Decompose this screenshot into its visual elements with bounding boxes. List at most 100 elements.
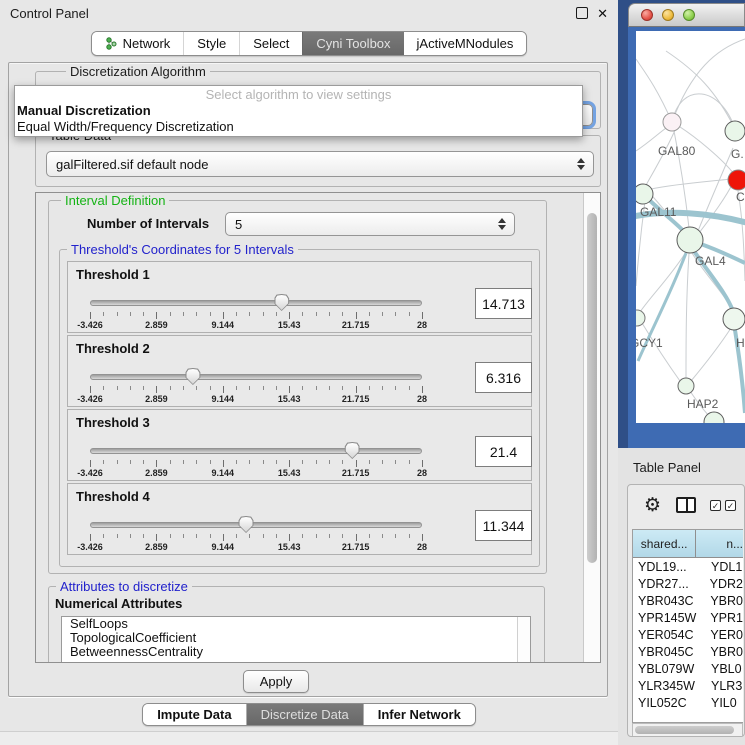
tick-mark <box>130 460 131 464</box>
close-traffic-light-icon[interactable] <box>641 9 653 21</box>
network-node[interactable] <box>728 170 745 190</box>
slider-track[interactable] <box>90 522 422 528</box>
table-cell[interactable]: YBR045C <box>633 643 706 660</box>
table-cell[interactable]: YER054C <box>633 626 706 643</box>
threshold-slider[interactable] <box>90 369 422 385</box>
tab-network[interactable]: Network <box>92 32 184 55</box>
vertical-scrollbar[interactable] <box>583 193 600 662</box>
network-edge[interactable] <box>699 181 734 233</box>
list-scrollbar[interactable] <box>517 617 530 663</box>
slider-thumb[interactable] <box>274 294 289 311</box>
threshold-value-field[interactable]: 14.713 <box>475 288 532 319</box>
network-view-window[interactable]: GAL80G.CGAL11GAL4GCY1HHAP2 <box>628 3 745 448</box>
slider-track[interactable] <box>90 300 422 306</box>
minimize-traffic-light-icon[interactable] <box>662 9 674 21</box>
network-edge[interactable] <box>686 253 689 378</box>
threshold-value-field[interactable]: 11.344 <box>475 510 532 541</box>
list-item[interactable]: TopologicalCoefficient <box>62 631 530 645</box>
table-cell[interactable]: YBR043C <box>633 592 706 609</box>
checkbox-icon[interactable]: ✓ <box>710 500 721 511</box>
apply-button[interactable]: Apply <box>243 670 309 693</box>
table-cell[interactable]: YLR3 <box>707 677 743 694</box>
scrollbar-thumb[interactable] <box>635 726 734 734</box>
group-title: Interval Definition <box>61 193 169 208</box>
table-row[interactable]: YBL079WYBL0 <box>633 660 743 677</box>
tab-impute-data[interactable]: Impute Data <box>143 704 245 725</box>
table-row[interactable]: YER054CYER0 <box>633 626 743 643</box>
network-edge[interactable] <box>691 328 731 381</box>
tick-label: 15.43 <box>278 468 301 478</box>
table-row[interactable]: YLR345WYLR3 <box>633 677 743 694</box>
slider-thumb[interactable] <box>345 442 360 459</box>
tab-jactivemnodules[interactable]: jActiveMNodules <box>404 32 527 55</box>
table-data-combobox[interactable]: galFiltered.sif default node <box>46 151 594 177</box>
network-node[interactable] <box>725 121 745 141</box>
gear-icon[interactable]: ⚙ <box>644 496 661 515</box>
network-canvas[interactable]: GAL80G.CGAL11GAL4GCY1HHAP2 <box>636 31 745 423</box>
table-row[interactable]: YDL19...YDL1 <box>633 558 743 575</box>
tab-select[interactable]: Select <box>239 32 302 55</box>
network-edge[interactable] <box>636 59 672 122</box>
close-icon[interactable]: ✕ <box>597 7 608 20</box>
table-cell[interactable]: YDL19... <box>633 558 707 575</box>
network-node[interactable] <box>678 378 694 394</box>
network-edge[interactable] <box>642 323 680 381</box>
checkbox-icon[interactable]: ✓ <box>725 500 736 511</box>
column-header-name[interactable]: n... <box>696 530 743 557</box>
table-cell[interactable]: YIL0 <box>707 694 743 711</box>
table-row[interactable]: YIL052CYIL0 <box>633 694 743 711</box>
tab-discretize-data[interactable]: Discretize Data <box>246 704 363 725</box>
list-item[interactable]: BetweennessCentrality <box>62 645 530 659</box>
tab-style[interactable]: Style <box>183 32 239 55</box>
tab-cyni-toolbox[interactable]: Cyni Toolbox <box>302 32 403 55</box>
table-cell[interactable]: YBL079W <box>633 660 707 677</box>
table-cell[interactable]: YDL1 <box>707 558 743 575</box>
slider-track[interactable] <box>90 374 422 380</box>
attributes-to-discretize-group: Attributes to discretize Numerical Attri… <box>48 586 545 663</box>
slider-thumb[interactable] <box>239 516 254 533</box>
table-row[interactable]: YPR145WYPR1 <box>633 609 743 626</box>
table-cell[interactable]: YIL052C <box>633 694 707 711</box>
dropdown-item-manual[interactable]: Manual Discretization <box>15 103 582 119</box>
table-cell[interactable]: YDR2 <box>706 575 743 592</box>
slider-track[interactable] <box>90 448 422 454</box>
table-cell[interactable]: YPR1 <box>706 609 743 626</box>
table-row[interactable]: YBR045CYBR0 <box>633 643 743 660</box>
list-item[interactable]: SelfLoops <box>62 617 530 631</box>
table-cell[interactable]: YDR27... <box>633 575 706 592</box>
network-node[interactable] <box>723 308 745 330</box>
network-window-titlebar[interactable] <box>628 3 745 27</box>
column-header-shared-name[interactable]: shared... <box>633 530 696 557</box>
threshold-slider[interactable] <box>90 517 422 533</box>
numerical-attributes-list[interactable]: SelfLoopsTopologicalCoefficientBetweenne… <box>61 616 531 663</box>
table-row[interactable]: YBR043CYBR0 <box>633 592 743 609</box>
dropdown-item-equal-width[interactable]: Equal Width/Frequency Discretization <box>15 119 582 135</box>
number-of-intervals-combobox[interactable]: 5 <box>225 212 515 236</box>
network-node[interactable] <box>677 227 703 253</box>
horizontal-scrollbar[interactable] <box>632 723 743 736</box>
table-cell[interactable]: YBL0 <box>707 660 743 677</box>
table-cell[interactable]: YLR345W <box>633 677 707 694</box>
scrollbar-thumb[interactable] <box>518 617 526 659</box>
table-cell[interactable]: YPR145W <box>633 609 706 626</box>
network-edge[interactable] <box>672 39 745 122</box>
slider-thumb[interactable] <box>185 368 200 385</box>
scrollbar-thumb[interactable] <box>587 213 597 563</box>
tab-infer-network[interactable]: Infer Network <box>363 704 475 725</box>
table-cell[interactable]: YBR0 <box>706 643 743 660</box>
threshold-value-field[interactable]: 21.4 <box>475 436 532 467</box>
split-columns-icon[interactable] <box>676 497 696 513</box>
network-node[interactable] <box>636 184 653 204</box>
network-node[interactable] <box>663 113 681 131</box>
threshold-slider[interactable] <box>90 443 422 459</box>
zoom-traffic-light-icon[interactable] <box>683 9 695 21</box>
table-cell[interactable]: YER0 <box>706 626 743 643</box>
table-row[interactable]: YDR27...YDR2 <box>633 575 743 592</box>
network-edge[interactable] <box>738 191 745 281</box>
table-cell[interactable]: YBR0 <box>706 592 743 609</box>
threshold-slider[interactable] <box>90 295 422 311</box>
float-window-icon[interactable] <box>576 7 588 19</box>
threshold-value-field[interactable]: 6.316 <box>475 362 532 393</box>
network-edge[interactable] <box>640 252 686 312</box>
network-node[interactable] <box>636 310 645 326</box>
